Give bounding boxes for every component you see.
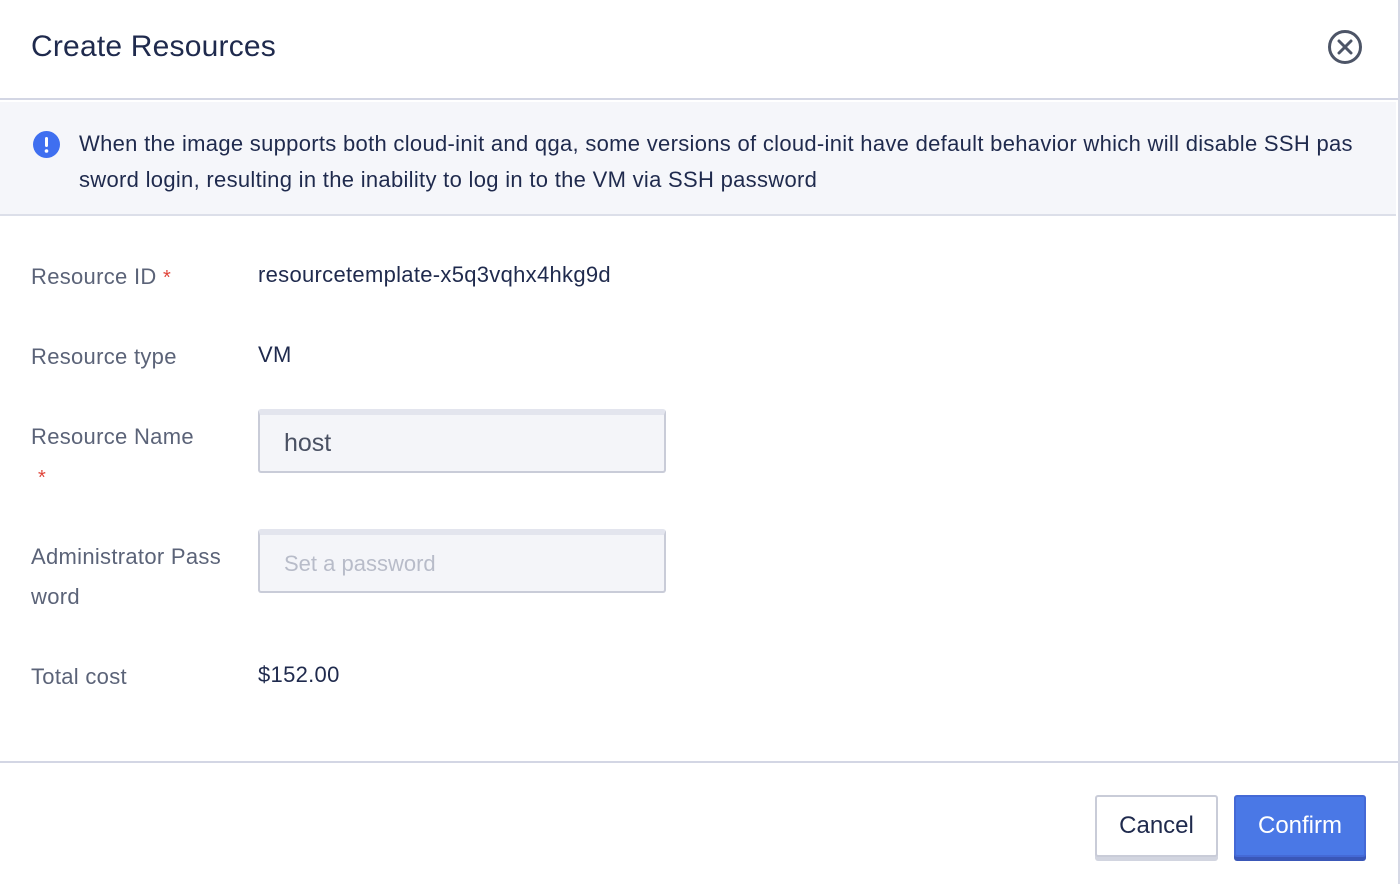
resource-name-input[interactable] [258, 409, 666, 473]
required-mark: * [38, 467, 47, 489]
resource-name-label-text: Resource Name [31, 424, 194, 449]
dialog-title: Create Resources [31, 30, 276, 63]
admin-password-label: Administrator Password [31, 544, 222, 609]
required-mark: * [163, 267, 172, 289]
resource-id-label: Resource ID * [31, 257, 171, 298]
resource-type-value: VM [258, 342, 292, 367]
alert-message: When the image supports both cloud-init … [79, 131, 1353, 192]
create-resources-dialog: Create Resources When the image supports… [0, 0, 1400, 884]
confirm-button[interactable]: Confirm [1234, 795, 1366, 857]
info-alert: When the image supports both cloud-init … [0, 102, 1396, 216]
info-icon [33, 131, 60, 158]
resource-id-value: resourcetemplate-x5q3vqhx4hkg9d [258, 262, 611, 287]
resource-name-label: Resource Name * [31, 417, 231, 498]
total-cost-value: $152.00 [258, 662, 340, 687]
cancel-button[interactable]: Cancel [1095, 795, 1218, 857]
dialog-footer: Cancel Confirm [0, 761, 1398, 884]
admin-password-input[interactable] [258, 529, 666, 593]
total-cost-label: Total cost [31, 664, 127, 689]
close-icon[interactable] [1328, 30, 1362, 64]
dialog-header: Create Resources [0, 0, 1398, 100]
resource-id-label-text: Resource ID [31, 264, 157, 289]
resource-type-label: Resource type [31, 344, 177, 369]
